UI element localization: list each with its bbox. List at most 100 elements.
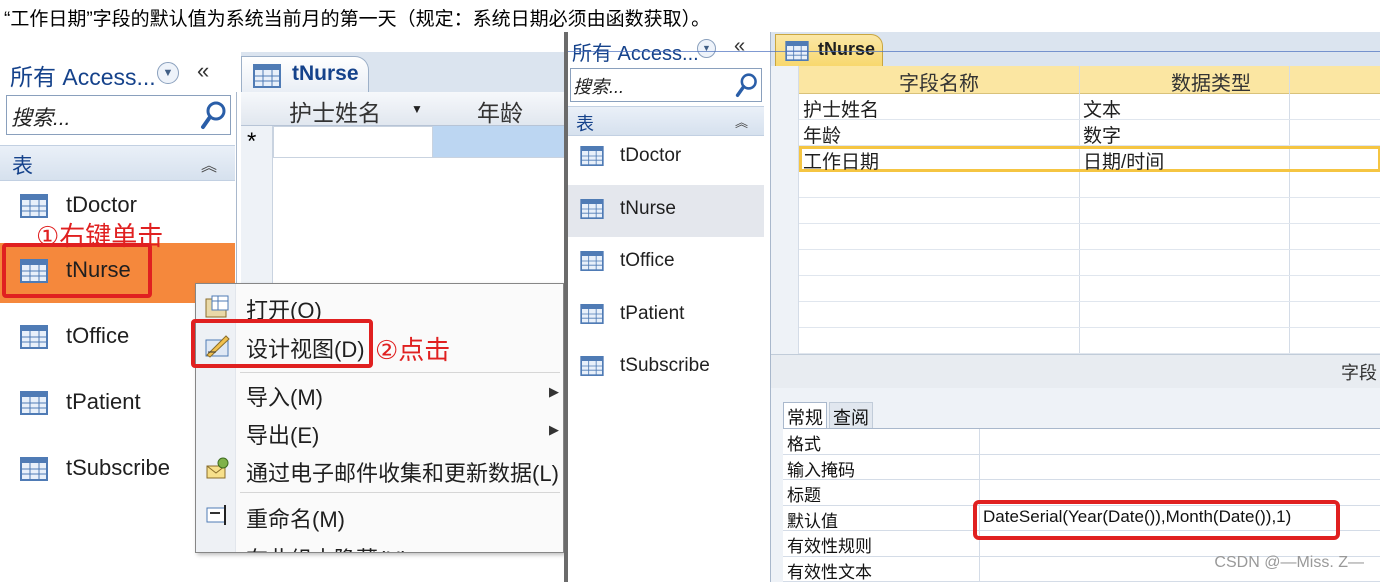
field-row-empty[interactable] [799, 172, 1380, 198]
data-type-cell[interactable]: 文本 [1083, 95, 1121, 122]
search-placeholder: 搜索... [11, 107, 71, 130]
nav-item-tdoctor[interactable]: tDoctor [568, 132, 764, 184]
nav-pane-header[interactable]: 所有 Access... ▼ « [0, 52, 237, 92]
column-header-nurse-name[interactable]: 护士姓名 [289, 94, 381, 128]
collapse-pane-icon[interactable]: « [197, 58, 209, 84]
field-row-empty[interactable] [799, 276, 1380, 302]
open-icon [205, 295, 229, 318]
field-row[interactable]: 年龄 数字 [799, 120, 1380, 148]
menu-separator [240, 492, 560, 493]
search-placeholder: 搜索... [573, 77, 625, 97]
menu-item-rename[interactable]: 重命名(M) [196, 496, 563, 534]
tab-general[interactable]: 常规 [783, 402, 827, 428]
column-header-field-name: 字段名称 [899, 73, 979, 95]
search-input[interactable]: 搜索... [570, 68, 762, 102]
field-properties-panel: 常规 查阅 格式 输入掩码 标题 默认值 DateSerial(Year(Dat… [771, 388, 1380, 582]
field-row-empty[interactable] [799, 250, 1380, 276]
menu-item-label: 导入(M) [246, 385, 323, 410]
tab-tnurse[interactable]: tNurse [241, 56, 369, 92]
property-name: 默认值 [787, 511, 838, 531]
menu-item-email-collect[interactable]: 通过电子邮件收集和更新数据(L) [196, 450, 563, 488]
row-selector-column[interactable] [771, 66, 799, 356]
tab-lookup[interactable]: 查阅 [829, 402, 873, 428]
table-icon [20, 391, 48, 415]
menu-item-label: 通过电子邮件收集和更新数据(L) [246, 461, 559, 486]
property-name: 标题 [787, 486, 821, 505]
chevron-up-icon[interactable]: ︽ [735, 112, 748, 131]
nav-item-label: tDoctor [66, 192, 137, 217]
nav-item-label: tOffice [66, 323, 130, 348]
field-row-selected[interactable]: 工作日期 日期/时间 [799, 146, 1380, 174]
field-properties-bar: 字段 [771, 354, 1380, 388]
field-row-empty[interactable] [799, 302, 1380, 328]
field-row-empty[interactable] [799, 198, 1380, 224]
data-type-cell[interactable]: 日期/时间 [1083, 147, 1164, 174]
nav-pane-title: 所有 Access... [10, 64, 156, 90]
field-properties-label: 字段 [1341, 363, 1377, 383]
nav-item-toffice[interactable]: tOffice [568, 237, 764, 289]
table-icon [20, 194, 48, 218]
tab-label: tNurse [818, 39, 876, 59]
group-title: 表 [12, 155, 33, 178]
menu-item-hide[interactable]: 在此组中隐藏(H) [196, 536, 563, 552]
field-row[interactable]: 护士姓名 文本 [799, 94, 1380, 122]
table-icon [20, 325, 48, 349]
annotation-step2: ②点击 [375, 335, 451, 365]
field-row-empty[interactable] [799, 224, 1380, 250]
search-icon[interactable] [735, 71, 759, 99]
document-tab-bar: tNurse [771, 32, 1380, 66]
annotation-step1: ①右键单击 [36, 221, 164, 251]
menu-item-label: 重命名(M) [246, 507, 345, 532]
field-name-cell[interactable]: 工作日期 [803, 147, 879, 174]
document-tab-bar: tNurse [241, 52, 564, 92]
nav-item-tsubscribe[interactable]: tSubscribe [568, 342, 764, 394]
datasheet-cell[interactable] [273, 126, 433, 158]
collapse-pane-icon[interactable]: « [734, 35, 745, 58]
property-row-format[interactable]: 格式 [783, 429, 1380, 455]
menu-item-import[interactable]: 导入(M) ▶ [196, 374, 563, 412]
datasheet-header-row: 护士姓名 ▼ 年龄 [241, 92, 564, 126]
search-input[interactable]: 搜索... [6, 95, 231, 135]
table-icon [580, 304, 604, 324]
menu-item-export[interactable]: 导出(E) ▶ [196, 412, 563, 450]
email-collect-icon [206, 457, 229, 479]
property-row-input-mask[interactable]: 输入掩码 [783, 455, 1380, 480]
column-header-data-type: 数据类型 [1171, 73, 1251, 95]
datasheet-cell[interactable] [433, 126, 564, 158]
column-header-age[interactable]: 年龄 [477, 94, 523, 128]
tab-tnurse[interactable]: tNurse [775, 34, 883, 66]
table-icon [580, 356, 604, 376]
group-header-tables[interactable]: 表 ︽ [0, 145, 235, 181]
field-grid: 字段名称 数据类型 护士姓名 文本 年龄 数字 工作日期 日期/时间 [771, 66, 1380, 388]
new-record-marker: * [247, 128, 257, 155]
nav-pane-header[interactable]: 所有 Access... ▼ « [568, 32, 768, 66]
field-name-cell[interactable]: 护士姓名 [803, 95, 879, 122]
chevron-down-icon[interactable]: ▼ [157, 62, 179, 84]
chevron-down-icon[interactable]: ▼ [697, 39, 716, 58]
nav-item-label: tSubscribe [66, 455, 170, 480]
nav-item-label: tOffice [620, 250, 675, 271]
field-row-empty[interactable] [799, 328, 1380, 354]
nav-item-tpatient[interactable]: tPatient [568, 290, 764, 342]
submenu-arrow-icon: ▶ [549, 384, 559, 399]
instruction-text: “工作日期”字段的默认值为系统当前月的第一天（规定：系统日期必须由函数获取）。 [4, 9, 711, 30]
nav-item-tnurse[interactable]: tNurse [568, 185, 764, 237]
field-grid-header: 字段名称 数据类型 [799, 66, 1380, 95]
data-type-cell[interactable]: 数字 [1083, 121, 1121, 148]
menu-item-label: 在此组中隐藏(H) [246, 542, 409, 552]
rename-icon [206, 505, 226, 525]
overlay-line [568, 51, 1380, 52]
nav-item-label: tPatient [620, 303, 685, 324]
property-name: 输入掩码 [787, 460, 855, 480]
property-name: 有效性规则 [787, 537, 872, 556]
menu-item-label: 导出(E) [246, 423, 320, 448]
field-name-cell[interactable]: 年龄 [803, 121, 841, 148]
submenu-arrow-icon: ▶ [549, 422, 559, 437]
search-icon[interactable] [200, 99, 228, 131]
table-icon [580, 199, 604, 219]
sort-arrow-icon[interactable]: ▼ [411, 102, 423, 116]
watermark-text: CSDN @—Miss. Z— [1214, 554, 1364, 571]
table-icon [580, 146, 604, 166]
nav-item-label: tNurse [620, 198, 676, 219]
chevron-up-icon[interactable]: ︽ [201, 152, 217, 176]
